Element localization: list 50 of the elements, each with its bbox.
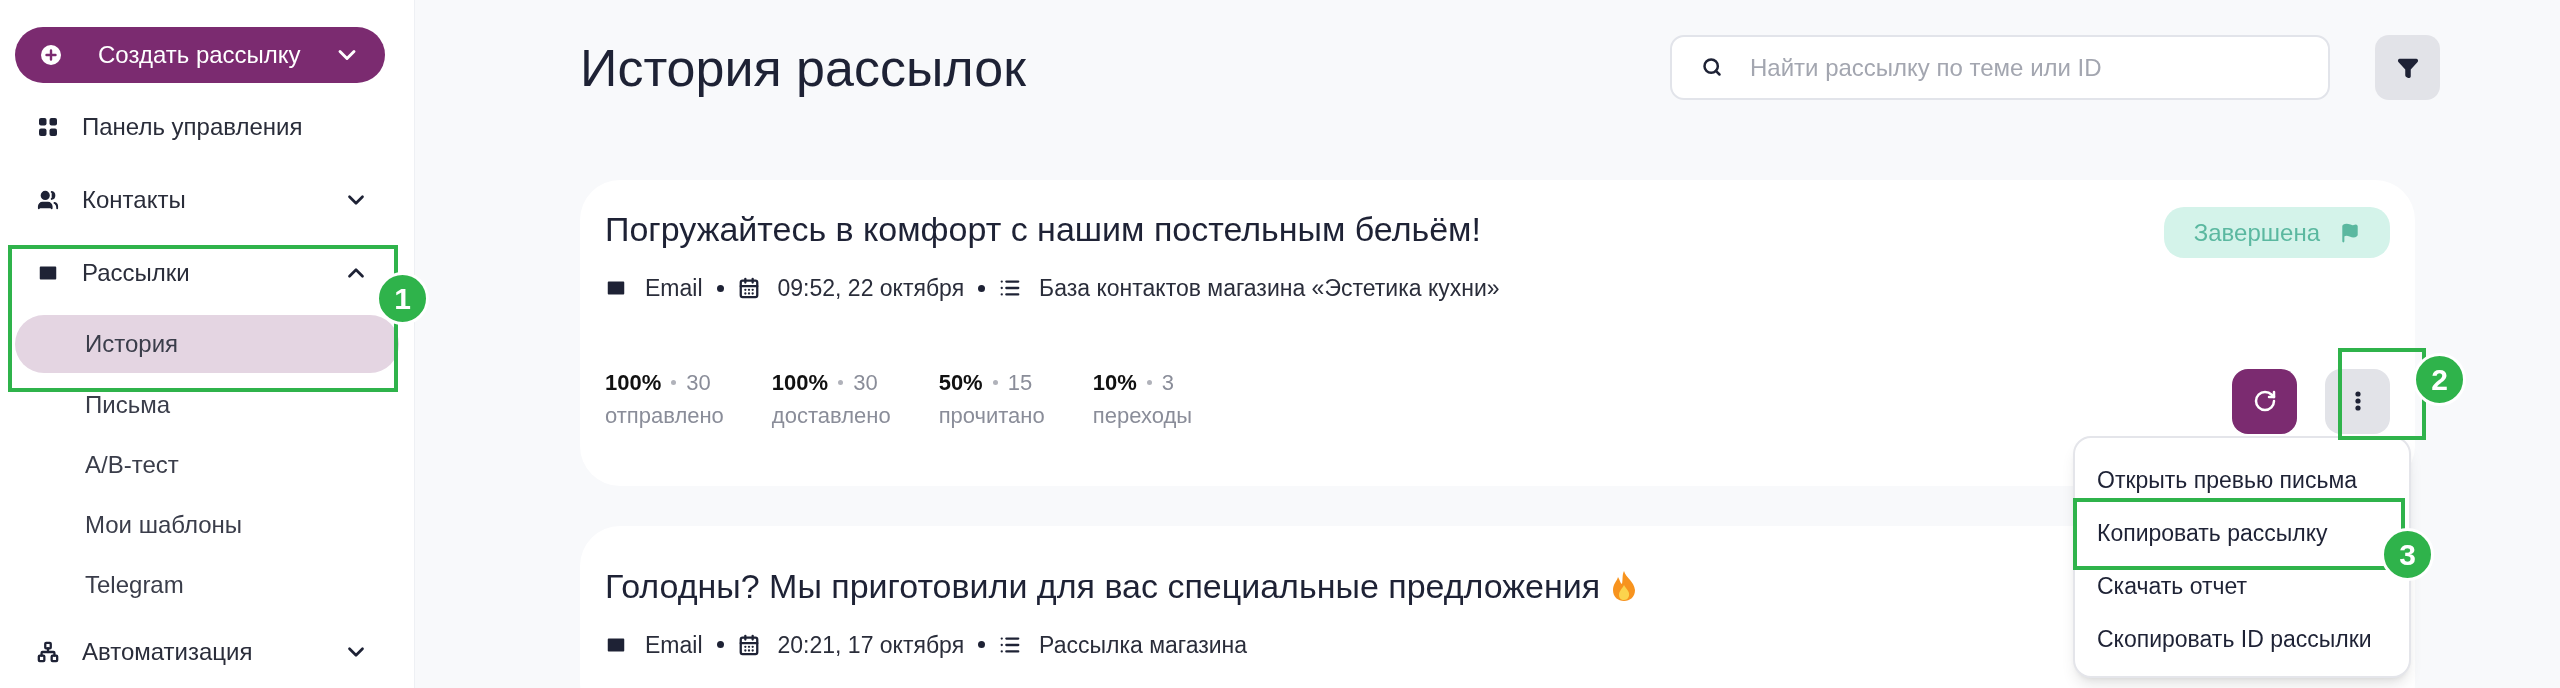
calendar-icon [737, 633, 760, 656]
stat-percent: 10% [1092, 368, 1137, 397]
audience-name: База контактов магазина «Эстетика кухни» [1039, 274, 1500, 303]
users-icon [37, 188, 59, 211]
stat-percent: 100% [771, 368, 829, 397]
step-badge: 2 [2413, 353, 2466, 406]
send-date: 20:21, 17 октября [777, 630, 965, 660]
campaign-title: Голодны? Мы приготовили для вас специальные предложения [605, 565, 1601, 607]
nav-item[interactable]: Панель управления [15, 90, 373, 163]
create-campaign-button[interactable]: Создать рассылку [15, 27, 385, 83]
flag-icon [2340, 222, 2360, 243]
calendar-icon [737, 277, 760, 300]
menu-item[interactable]: Скопировать ID рассылки [2075, 613, 2379, 666]
audience-name: Рассылка магазина [1039, 630, 1248, 660]
nav-subitem[interactable]: Мои шаблоны [15, 495, 399, 555]
stat-count: 30 [853, 368, 878, 397]
channel-label: Email [645, 274, 703, 303]
grid-icon [38, 116, 58, 137]
filter-button[interactable] [2375, 35, 2440, 100]
menu-item[interactable]: Скачать отчет [2075, 560, 2379, 613]
status-badge: Завершена [2163, 207, 2390, 258]
plus-circle-icon [40, 44, 62, 66]
stat-count: 3 [1161, 368, 1175, 397]
stat-label: переходы [1092, 401, 1193, 430]
refresh-button[interactable] [2232, 368, 2297, 434]
nav-subitem[interactable]: A/B-тест [15, 435, 399, 495]
stat-percent: 50% [938, 368, 983, 397]
stat-count: 30 [686, 368, 711, 397]
refresh-icon [2252, 389, 2277, 413]
page-title: История рассылок [580, 37, 1027, 99]
more-icon [2354, 391, 2361, 411]
stat-label: доставлено [771, 401, 891, 430]
hierarchy-icon [37, 640, 59, 663]
channel-label: Email [645, 630, 703, 660]
search-field[interactable]: Найти рассылку по теме или ID [1670, 35, 2330, 100]
menu-item[interactable]: Открыть превью письма [2075, 454, 2379, 507]
more-button[interactable] [2325, 368, 2390, 434]
nav-item[interactable]: Рассылки [15, 236, 373, 309]
nav-subitem[interactable]: Telegram [15, 555, 399, 615]
campaign-title: Погружайтесь в комфорт с нашим постельным бельём! [605, 209, 1481, 250]
send-date: 09:52, 22 октября [777, 274, 965, 303]
search-icon [1702, 57, 1722, 77]
stat-count: 15 [1007, 368, 1033, 397]
stat-percent: 100% [605, 368, 662, 397]
stat-label: отправлено [605, 401, 724, 430]
nav-item[interactable]: Автоматизация [15, 615, 373, 688]
nav-item[interactable]: Контакты [15, 163, 373, 236]
filter-icon [2396, 56, 2419, 79]
nav-subitem[interactable]: Письма [15, 375, 399, 435]
stat-label: прочитано [938, 401, 1045, 430]
